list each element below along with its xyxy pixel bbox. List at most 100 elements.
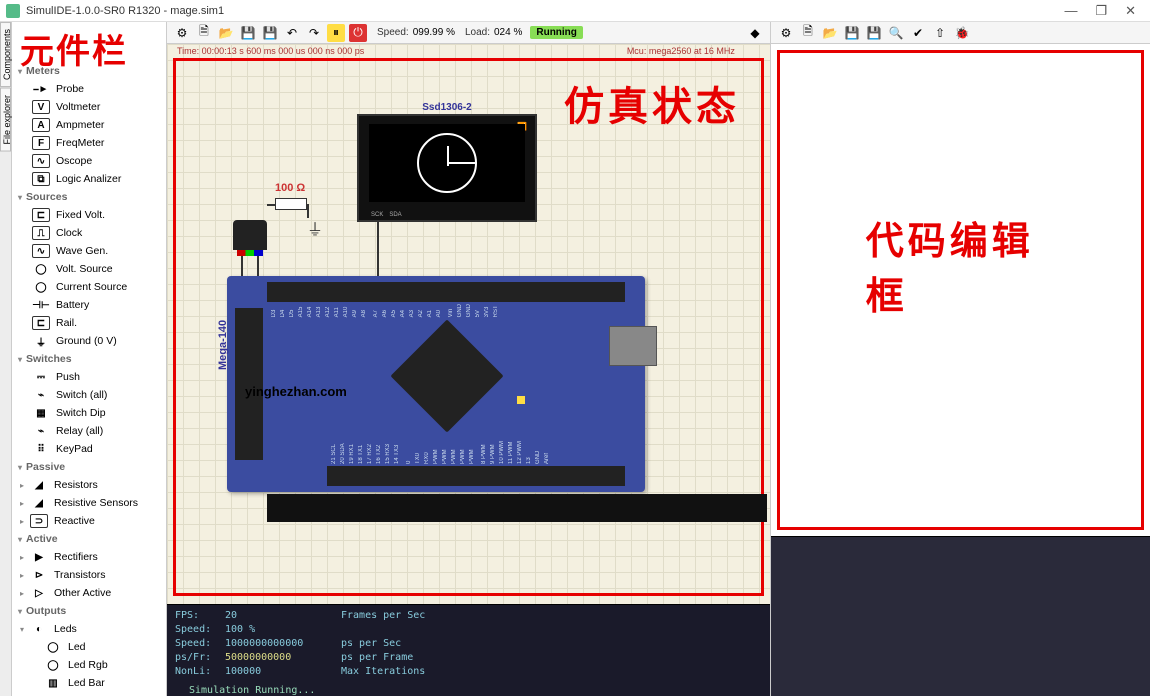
tree-item-battery[interactable]: ⊣⊢ Battery (12, 296, 166, 314)
component-icon: ◯ (32, 262, 50, 276)
tree-item-label: Rail. (56, 317, 77, 329)
gear-icon[interactable]: ⚙ (777, 24, 795, 42)
component-resistor[interactable] (275, 198, 307, 210)
component-icon: ▦ (32, 406, 50, 420)
tree-item-keypad[interactable]: ⠿KeyPad (12, 440, 166, 458)
load-label: Load: (465, 27, 490, 38)
compile-icon[interactable]: ✔ (909, 24, 927, 42)
tree-item-transistors[interactable]: ▸⊳Transistors (12, 566, 166, 584)
tree-item-label: Current Source (56, 281, 127, 293)
right-pane: ⚙ 🗎 📂 💾 💾 🔍 ✔ ⇧ 🐞 代码编辑框 (770, 22, 1150, 696)
component-icon: ⌁ (32, 424, 50, 438)
tree-item-ground-0-v-[interactable]: ⏚Ground (0 V) (12, 332, 166, 350)
tree-item-led-bar[interactable]: ▥Led Bar (12, 674, 166, 692)
circuit-canvas[interactable]: Time: 00:00:13 s 600 ms 000 us 000 ns 00… (167, 44, 770, 604)
tree-item-ampmeter[interactable]: AAmpmeter (12, 116, 166, 134)
tree-group-sources[interactable]: Sources (12, 188, 166, 206)
component-transistor[interactable] (233, 220, 267, 250)
tree-item-label: Probe (56, 83, 84, 95)
tree-item-switch-dip[interactable]: ▦ Switch Dip (12, 404, 166, 422)
component-icon: ◐ (30, 622, 48, 636)
component-icon: ⊃ (30, 514, 48, 528)
maximize-button[interactable]: ❐ (1095, 3, 1107, 19)
find-icon[interactable]: 🔍 (887, 24, 905, 42)
tab-file-explorer[interactable]: File explorer (0, 88, 11, 152)
tree-group-switches[interactable]: Switches (12, 350, 166, 368)
tree-item-freqmeter[interactable]: FFreqMeter (12, 134, 166, 152)
tree-item-led-rgb[interactable]: ◯Led Rgb (12, 656, 166, 674)
tree-item-other-active[interactable]: ▸▷Other Active (12, 584, 166, 602)
tree-item-current-source[interactable]: ◯Current Source (12, 278, 166, 296)
tree-item-volt-source[interactable]: ◯Volt. Source (12, 260, 166, 278)
wire[interactable] (267, 204, 275, 206)
component-icon: ⊳ (30, 568, 48, 582)
tree-group-passive[interactable]: Passive (12, 458, 166, 476)
redo-icon[interactable]: ↷ (305, 24, 323, 42)
tree-item-label: Reactive (54, 515, 95, 527)
tree-item-label: Switch Dip (56, 407, 106, 419)
pause-icon[interactable]: ⏸ (327, 24, 345, 42)
file-open-icon[interactable]: 📂 (217, 24, 235, 42)
speed-value: 099.99 % (413, 27, 455, 38)
gear-icon[interactable]: ⚙ (173, 24, 191, 42)
component-oled[interactable]: Ssd1306-2 📶 SCKSDA (357, 114, 537, 222)
mega-label: Mega-140 (217, 320, 229, 370)
tree-item-leds[interactable]: ▾◐Leds (12, 620, 166, 638)
mega-chip (390, 319, 503, 432)
titlebar: SimulIDE-1.0.0-SR0 R1320 - mage.sim1 — ❐… (0, 0, 1150, 22)
info-icon[interactable]: ◆ (746, 24, 764, 42)
close-button[interactable]: ✕ (1125, 3, 1136, 19)
tree-item-rectifiers[interactable]: ▸▶Rectifiers (12, 548, 166, 566)
wire[interactable] (377, 222, 379, 276)
file-saveas-icon[interactable]: 💾 (261, 24, 279, 42)
simulation-console: FPS:20Frames per SecSpeed:100 %Speed:100… (167, 604, 770, 696)
tree-item-oscope[interactable]: ∿Oscope (12, 152, 166, 170)
code-editor-area[interactable]: 代码编辑框 (771, 44, 1150, 536)
tree-item-led[interactable]: ◯Led (12, 638, 166, 656)
console-row: Speed:1000000000000ps per Sec (175, 637, 762, 651)
file-new-icon[interactable]: 🗎 (799, 24, 817, 42)
undo-icon[interactable]: ↶ (283, 24, 301, 42)
minimize-button[interactable]: — (1064, 3, 1077, 19)
tree-item-resistors[interactable]: ▸◢Resistors (12, 476, 166, 494)
file-save-icon[interactable]: 💾 (239, 24, 257, 42)
load-value: 024 % (494, 27, 522, 38)
vertical-tab-strip: Components File explorer (0, 22, 12, 696)
tree-item-rail-[interactable]: ⊏ Rail. (12, 314, 166, 332)
tree-item-resistive-sensors[interactable]: ▸◢Resistive Sensors (12, 494, 166, 512)
tree-item-label: Battery (56, 299, 89, 311)
tree-item-clock[interactable]: ⎍Clock (12, 224, 166, 242)
tree-item-reactive[interactable]: ▸⊃Reactive (12, 512, 166, 530)
component-icon: ⊣⊢ (32, 298, 50, 312)
tree-item-push[interactable]: ⎓Push (12, 368, 166, 386)
tree-group-active[interactable]: Active (12, 530, 166, 548)
tree-item-relay-all-[interactable]: ⌁Relay (all) (12, 422, 166, 440)
power-icon[interactable]: ⏻ (349, 24, 367, 42)
tree-item-logic-analizer[interactable]: ⧉Logic Analizer (12, 170, 166, 188)
tree-item-fixed-volt-[interactable]: ⊏Fixed Volt. (12, 206, 166, 224)
tree-item-probe[interactable]: ⎯►Probe (12, 80, 166, 98)
tab-components[interactable]: Components (0, 22, 11, 87)
tree-item-voltmeter[interactable]: VVoltmeter (12, 98, 166, 116)
component-ground[interactable]: ⏚ (307, 216, 323, 240)
tree-group-outputs[interactable]: Outputs (12, 602, 166, 620)
mega-pinlabels-bot: 21 SCL20 SDA19 RX118 TX117 RX216 TX215 R… (331, 441, 550, 464)
debug-icon[interactable]: 🐞 (953, 24, 971, 42)
tree-item-wave-gen-[interactable]: ∿Wave Gen. (12, 242, 166, 260)
component-icon: ∿ (32, 244, 50, 258)
component-icon: A (32, 118, 50, 132)
file-open-icon[interactable]: 📂 (821, 24, 839, 42)
component-icon: ⊏ (32, 316, 50, 330)
tree-item-7-segment[interactable]: 87 Segment (12, 692, 166, 696)
file-save-icon[interactable]: 💾 (843, 24, 861, 42)
tree-item-label: Oscope (56, 155, 92, 167)
upload-icon[interactable]: ⇧ (931, 24, 949, 42)
console-row: Speed:100 % (175, 623, 762, 637)
tree-item-label: Resistors (54, 479, 98, 491)
resistor-label: 100 Ω (275, 182, 305, 194)
component-icon: ⎍ (32, 226, 50, 240)
tree-item-switch-all-[interactable]: ⌁Switch (all) (12, 386, 166, 404)
file-saveas-icon[interactable]: 💾 (865, 24, 883, 42)
file-new-icon[interactable]: 🗎 (195, 24, 213, 42)
mega-led (517, 396, 525, 404)
